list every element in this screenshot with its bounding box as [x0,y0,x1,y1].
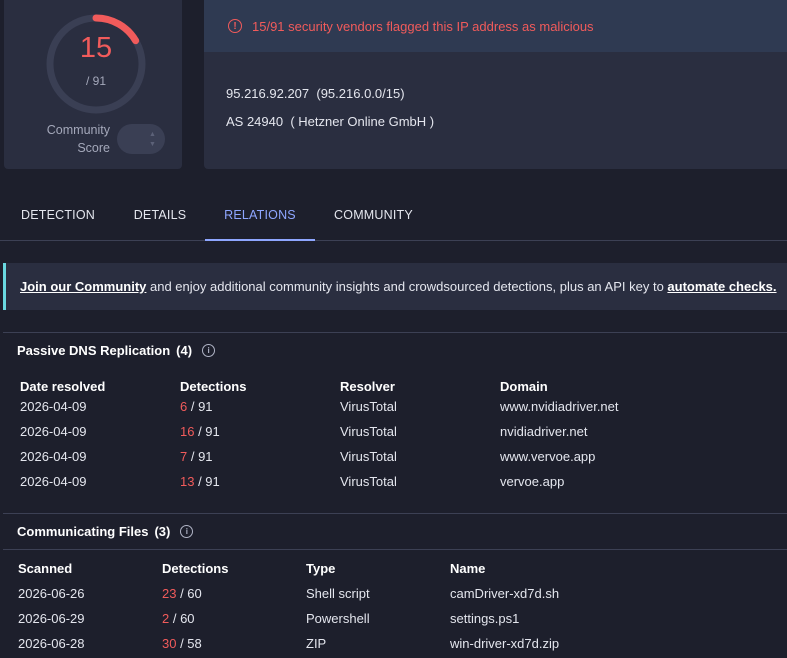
detections-cell: 30 / 58 [162,636,202,651]
banner-text: and enjoy additional community insights … [146,279,668,294]
detections-cell: 23 / 60 [162,586,202,601]
ip-network[interactable]: (95.216.0.0/15) [316,86,404,101]
asn[interactable]: AS 24940 [226,114,283,129]
divider [3,549,787,550]
detections-cell: 13 / 91 [180,474,220,489]
date-cell: 2026-06-28 [18,636,85,651]
automate-checks-link[interactable]: automate checks. [667,279,776,294]
communicating-files-count: (3) [154,524,171,539]
date-cell: 2026-06-26 [18,586,85,601]
file-name-link[interactable]: settings.ps1 [450,606,519,631]
file-name-link[interactable]: win-driver-xd7d.zip [450,631,559,656]
tab-detection[interactable]: DETECTION [11,196,105,239]
detections-cell: 16 / 91 [180,424,220,439]
domain-link[interactable]: vervoe.app [500,469,564,494]
table-header: Scanned Detections Type Name [0,556,787,581]
type-cell: ZIP [306,636,327,651]
ip-summary-card: ! 15/91 security vendors flagged this IP… [204,0,787,169]
column-header: Detections [162,561,229,576]
domain-link[interactable]: www.nvidiadriver.net [500,394,619,419]
resolver-cell: VirusTotal [340,449,397,464]
resolver-cell: VirusTotal [340,424,397,439]
date-cell: 2026-04-09 [20,449,87,464]
community-score-card: 15 / 91 Community Score ▲ ▼ [4,0,182,169]
tab-details[interactable]: DETAILS [118,196,202,239]
detections-cell: 2 / 60 [162,611,195,626]
tab-community[interactable]: COMMUNITY [322,196,425,239]
asn-owner: ( Hetzner Online GmbH ) [290,114,435,129]
file-name-link[interactable]: camDriver-xd7d.sh [450,581,559,606]
community-score-label: Community Score [46,123,110,155]
community-vote-toggle[interactable]: ▲ ▼ [117,124,165,154]
table-row[interactable]: 2026-04-09 7 / 91 VirusTotal www.vervoe.… [0,444,787,469]
resolver-cell: VirusTotal [340,474,397,489]
join-community-link[interactable]: Join our Community [20,279,146,294]
chevron-down-icon[interactable]: ▼ [149,141,156,148]
info-icon[interactable]: i [202,344,216,357]
table-row[interactable]: 2026-04-09 16 / 91 VirusTotal nvidiadriv… [0,419,787,444]
date-cell: 2026-04-09 [20,424,87,439]
ip-address[interactable]: 95.216.92.207 [226,86,309,101]
communicating-files-title: Communicating Files (3) i [17,524,194,539]
detection-gauge [46,14,146,114]
date-cell: 2026-04-09 [20,399,87,414]
asn-line: AS 24940 ( Hetzner Online GmbH ) [226,114,434,129]
table-row[interactable]: 2026-06-28 30 / 58 ZIP win-driver-xd7d.z… [0,631,787,656]
divider [3,332,787,333]
date-cell: 2026-04-09 [20,474,87,489]
tab-bar: DETECTION DETAILS RELATIONS COMMUNITY [0,196,787,241]
passive-dns-title: Passive DNS Replication (4) i [17,343,216,358]
type-cell: Shell script [306,586,370,601]
community-banner: Join our Community and enjoy additional … [3,263,787,310]
column-header: Type [306,561,336,576]
column-header: Scanned [18,561,73,576]
alert-circle-icon: ! [228,19,242,33]
date-cell: 2026-06-29 [18,611,85,626]
table-row[interactable]: 2026-06-29 2 / 60 Powershell settings.ps… [0,606,787,631]
detections-cell: 6 / 91 [180,399,213,414]
info-icon[interactable]: i [180,525,194,538]
tab-relations[interactable]: RELATIONS [205,196,315,241]
detection-count: 15 [79,32,113,64]
chevron-up-icon[interactable]: ▲ [149,131,156,138]
detections-cell: 7 / 91 [180,449,213,464]
alert-text: 15/91 security vendors flagged this IP a… [252,18,594,34]
domain-link[interactable]: nvidiadriver.net [500,419,587,444]
table-row[interactable]: 2026-06-26 23 / 60 Shell script camDrive… [0,581,787,606]
detection-total: / 91 [85,74,106,88]
malicious-alert: ! 15/91 security vendors flagged this IP… [204,0,787,52]
type-cell: Powershell [306,611,370,626]
table-row[interactable]: 2026-04-09 6 / 91 VirusTotal www.nvidiad… [0,394,787,419]
column-header: Name [450,561,486,576]
ip-address-line: 95.216.92.207 (95.216.0.0/15) [226,86,405,101]
table-row[interactable]: 2026-04-09 13 / 91 VirusTotal vervoe.app [0,469,787,494]
domain-link[interactable]: www.vervoe.app [500,444,595,469]
divider [3,513,787,514]
resolver-cell: VirusTotal [340,399,397,414]
passive-dns-count: (4) [176,343,193,358]
